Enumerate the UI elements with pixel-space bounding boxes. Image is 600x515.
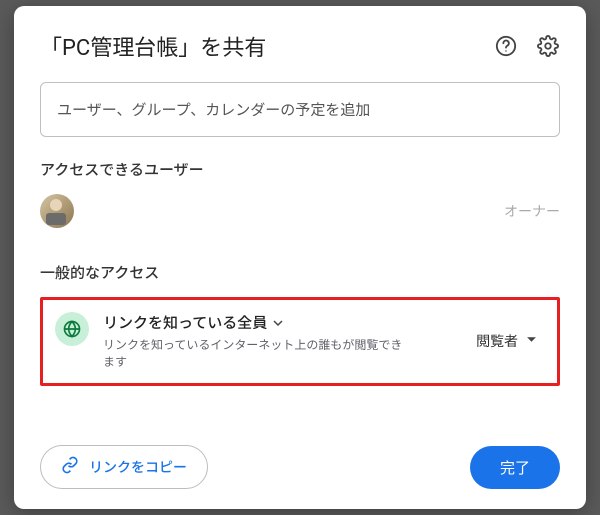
access-scope-label: リンクを知っている全員 <box>103 312 267 333</box>
access-description: リンクを知っているインターネット上の誰もが閲覧できます <box>103 337 413 371</box>
role-dropdown[interactable]: 閲覧者 <box>468 325 545 357</box>
dialog-footer: リンクをコピー 完了 <box>40 445 560 489</box>
share-dialog: 「PC管理台帳」を共有 ユーザー、グループ、カレンダーの予定を追加 アクセスでき… <box>14 6 586 509</box>
access-left: リンクを知っている全員 リンクを知っているインターネット上の誰もが閲覧できます <box>55 312 413 371</box>
header-actions <box>494 34 560 58</box>
role-label: 閲覧者 <box>476 331 518 351</box>
public-globe-icon <box>55 312 89 346</box>
owner-avatar <box>40 194 74 228</box>
access-section-label: アクセスできるユーザー <box>40 159 560 180</box>
general-access-label: 一般的なアクセス <box>40 262 560 283</box>
dialog-title: 「PC管理台帳」を共有 <box>40 30 266 62</box>
done-button[interactable]: 完了 <box>470 446 560 489</box>
link-icon <box>61 456 79 478</box>
copy-link-label: リンクをコピー <box>89 457 187 477</box>
chevron-down-icon <box>526 333 537 349</box>
help-icon[interactable] <box>494 34 518 58</box>
general-access-row: リンクを知っている全員 リンクを知っているインターネット上の誰もが閲覧できます … <box>40 297 560 386</box>
access-text: リンクを知っている全員 リンクを知っているインターネット上の誰もが閲覧できます <box>103 312 413 371</box>
owner-row: オーナー <box>40 194 560 228</box>
copy-link-button[interactable]: リンクをコピー <box>40 445 208 489</box>
access-scope-dropdown[interactable]: リンクを知っている全員 <box>103 312 413 333</box>
chevron-down-icon <box>273 314 283 332</box>
settings-gear-icon[interactable] <box>536 34 560 58</box>
owner-role-label: オーナー <box>504 201 560 221</box>
dialog-header: 「PC管理台帳」を共有 <box>40 30 560 62</box>
add-people-input[interactable]: ユーザー、グループ、カレンダーの予定を追加 <box>40 82 560 137</box>
